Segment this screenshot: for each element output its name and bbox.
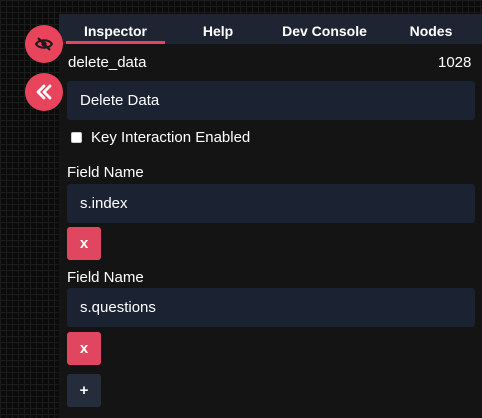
field-name-label: Field Name [67, 269, 144, 286]
key-interaction-checkbox[interactable] [71, 132, 82, 143]
tab-nodes[interactable]: Nodes [396, 14, 466, 44]
key-interaction-label: Key Interaction Enabled [91, 129, 251, 146]
node-id: 1028 [438, 54, 472, 71]
double-chevron-left-icon [36, 84, 52, 100]
remove-field-button[interactable]: x [67, 332, 101, 365]
tab-dev-console[interactable]: Dev Console [271, 14, 378, 44]
add-field-button[interactable]: + [67, 374, 101, 407]
remove-field-button[interactable]: x [67, 227, 101, 260]
field-name-label: Field Name [67, 164, 144, 181]
toggle-visibility-button[interactable] [25, 25, 63, 63]
field-name-input[interactable]: s.questions [67, 288, 475, 327]
tab-help[interactable]: Help [185, 14, 251, 44]
node-name: delete_data [68, 54, 147, 71]
tab-bar: Inspector Help Dev Console Nodes [59, 14, 482, 44]
node-title-field[interactable]: Delete Data [67, 81, 475, 120]
collapse-panel-button[interactable] [25, 73, 63, 111]
eye-slash-icon [34, 37, 54, 51]
field-name-input[interactable]: s.index [67, 184, 475, 223]
tab-inspector[interactable]: Inspector [66, 14, 165, 44]
